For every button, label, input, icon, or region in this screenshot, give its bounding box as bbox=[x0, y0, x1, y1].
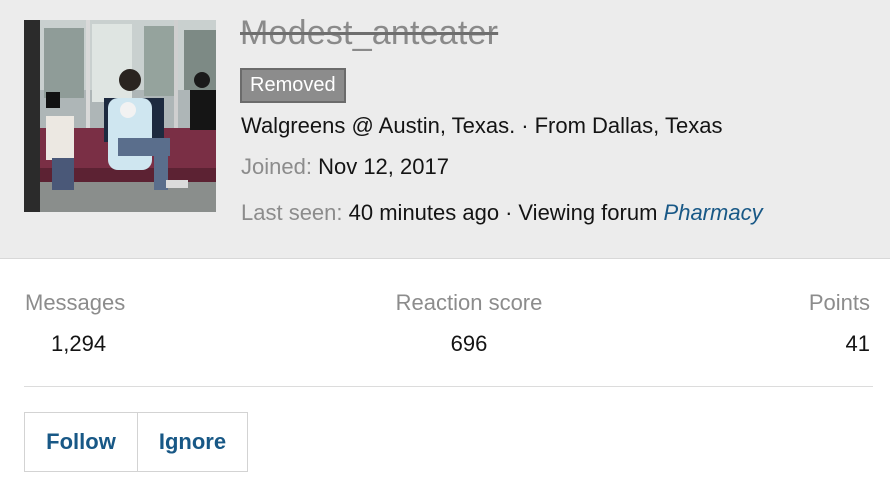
joined-value: Nov 12, 2017 bbox=[318, 154, 449, 179]
from-text: From Dallas, Texas bbox=[534, 113, 723, 138]
separator: · bbox=[505, 200, 513, 225]
profile-header: Modest_anteater Removed Walgreens @ Aust… bbox=[0, 0, 890, 259]
stat-reaction-score[interactable]: Reaction score 696 bbox=[386, 290, 552, 357]
forum-link[interactable]: Pharmacy bbox=[664, 200, 763, 225]
profile-stats: Messages 1,294 Reaction score 696 Points… bbox=[0, 290, 890, 360]
location-line: Walgreens @ Austin, Texas. · From Dallas, … bbox=[241, 113, 722, 139]
last-seen-line: Last seen: 40 minutes ago · Viewing forum … bbox=[241, 200, 763, 226]
stat-label: Messages bbox=[25, 290, 126, 315]
last-seen-label: Last seen: bbox=[241, 200, 343, 225]
location-text: Walgreens @ Austin, Texas. bbox=[241, 113, 516, 138]
stat-label: Points bbox=[808, 290, 870, 315]
stat-value: 696 bbox=[450, 331, 488, 356]
stat-value: 1,294 bbox=[51, 331, 107, 356]
username: Modest_anteater bbox=[240, 14, 499, 52]
status-badge: Removed bbox=[240, 68, 346, 103]
action-buttons: Follow Ignore bbox=[24, 412, 248, 472]
follow-button[interactable]: Follow bbox=[25, 413, 137, 471]
separator: · bbox=[521, 113, 529, 138]
joined-label: Joined: bbox=[241, 154, 312, 179]
avatar-image bbox=[24, 20, 216, 212]
ignore-button[interactable]: Ignore bbox=[137, 413, 247, 471]
stat-label: Reaction score bbox=[395, 290, 543, 315]
stat-points[interactable]: Points 41 bbox=[809, 290, 870, 357]
stat-messages[interactable]: Messages 1,294 bbox=[25, 290, 125, 357]
divider bbox=[24, 386, 873, 387]
activity-text: Viewing forum bbox=[518, 200, 658, 225]
last-seen-value: 40 minutes ago bbox=[348, 200, 500, 225]
stat-value: 41 bbox=[845, 331, 870, 356]
avatar[interactable] bbox=[24, 20, 216, 212]
joined-line: Joined: Nov 12, 2017 bbox=[241, 154, 449, 180]
